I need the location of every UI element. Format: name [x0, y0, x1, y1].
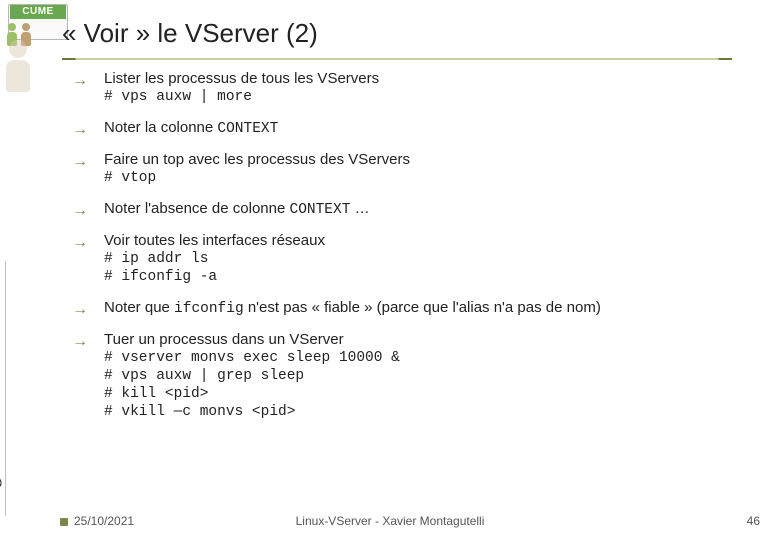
command-line: # vkill —c monvs <pid>: [104, 404, 756, 420]
footer: 25/10/2021 Linux-VServer - Xavier Montag…: [0, 514, 780, 528]
bullet-text-post: …: [350, 200, 369, 217]
command-line: # ifconfig -a: [104, 269, 756, 285]
bullet-text-pre: Noter que: [104, 299, 174, 316]
command-line: # kill <pid>: [104, 386, 756, 402]
footer-page: 46: [747, 514, 760, 528]
slide-title: « Voir » le VServer (2): [62, 18, 318, 49]
bullet-list: → Lister les processus de tous les VServ…: [76, 70, 756, 420]
bullet-text: Tuer un processus dans un VServer: [104, 331, 344, 348]
bullet-text: Faire un top avec les processus des VSer…: [104, 151, 410, 168]
footer-date: 25/10/2021: [60, 514, 134, 528]
bullet-text: Lister les processus de tous les VServer…: [104, 70, 379, 87]
bullet-item: → Noter l'absence de colonne CONTEXT …: [76, 200, 756, 218]
content: → Lister les processus de tous les VServ…: [76, 70, 756, 434]
bullet-item: → Voir toutes les interfaces réseaux # i…: [76, 232, 756, 285]
command-line: # vserver monvs exec sleep 10000 &: [104, 350, 756, 366]
arrow-icon: →: [72, 234, 88, 252]
footer-date-text: 25/10/2021: [74, 514, 134, 528]
command-line: # vtop: [104, 170, 756, 186]
bullet-item: → Tuer un processus dans un VServer # vs…: [76, 331, 756, 420]
command-line: # vps auxw | grep sleep: [104, 368, 756, 384]
logo-label: CUME: [10, 5, 66, 19]
bullet-mono: ifconfig: [174, 301, 244, 317]
watermark: [4, 40, 46, 110]
bullet-icon: [60, 518, 68, 526]
bullet-item: → Lister les processus de tous les VServ…: [76, 70, 756, 105]
bullet-text: Voir toutes les interfaces réseaux: [104, 232, 325, 249]
bullet-mono: CONTEXT: [217, 121, 278, 137]
footer-center: Linux-VServer - Xavier Montagutelli: [296, 514, 485, 528]
bullet-mono: CONTEXT: [290, 202, 351, 218]
command-line: # vps auxw | more: [104, 89, 756, 105]
arrow-icon: →: [72, 301, 88, 319]
bullet-item: → Faire un top avec les processus des VS…: [76, 151, 756, 186]
sidebar-label: Stage CUME Virtualisation: [0, 261, 6, 516]
person-icon: [4, 40, 32, 96]
logo: CUME: [8, 4, 68, 40]
title-rule: [62, 58, 732, 60]
command-line: # ip addr ls: [104, 251, 756, 267]
arrow-icon: →: [72, 202, 88, 220]
bullet-text-pre: Noter la colonne: [104, 119, 217, 136]
arrow-icon: →: [72, 333, 88, 351]
arrow-icon: →: [72, 72, 88, 90]
bullet-text-post: n'est pas « fiable » (parce que l'alias …: [244, 299, 601, 316]
bullet-item: → Noter que ifconfig n'est pas « fiable …: [76, 299, 756, 317]
arrow-icon: →: [72, 153, 88, 171]
bullet-text-pre: Noter l'absence de colonne: [104, 200, 290, 217]
slide: CUME « Voir » le VServer (2) → Lister le…: [0, 0, 780, 540]
arrow-icon: →: [72, 121, 88, 139]
bullet-item: → Noter la colonne CONTEXT: [76, 119, 756, 137]
